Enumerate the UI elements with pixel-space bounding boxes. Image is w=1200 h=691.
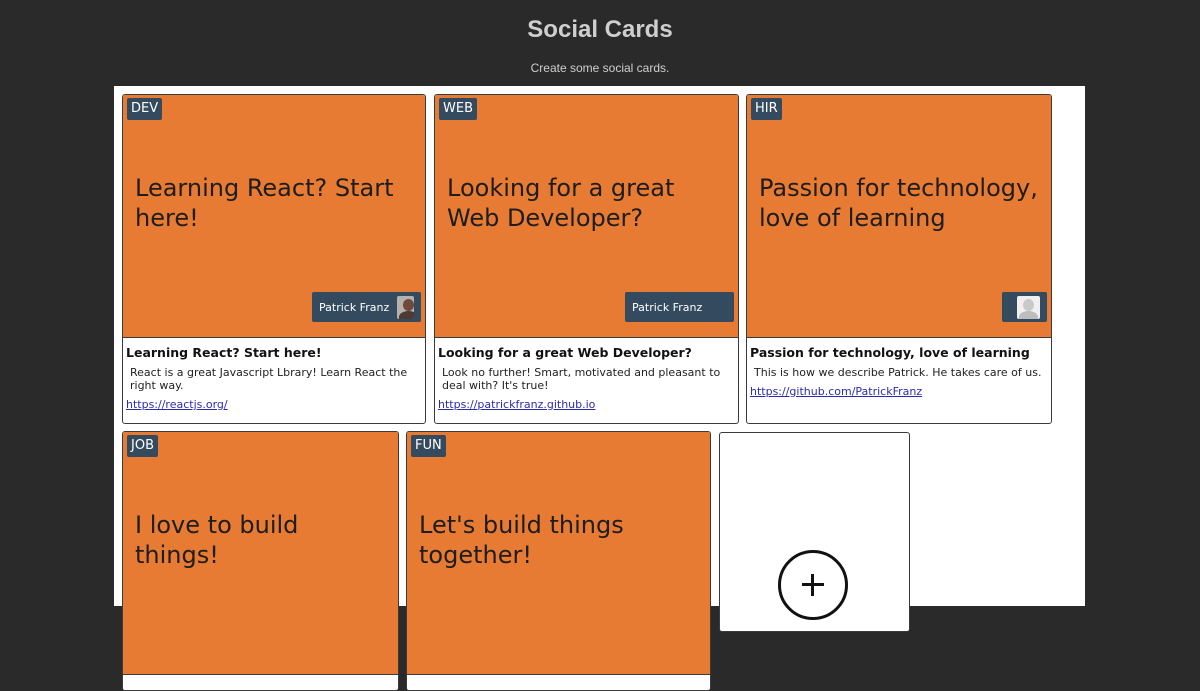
social-card-fun[interactable]: FUN Let's build things together! <box>406 431 711 691</box>
card-hero: WEB Looking for a great Web Developer? P… <box>435 95 738 338</box>
card-hero: FUN Let's build things together! <box>407 432 710 675</box>
card-hero-title: Passion for technology, love of learning <box>759 174 1038 232</box>
card-body: Looking for a great Web Developer? Look … <box>438 345 732 412</box>
card-tag[interactable]: JOB <box>127 435 158 457</box>
author-badge[interactable]: Patrick Franz <box>625 292 734 322</box>
card-link[interactable]: https://reactjs.org/ <box>126 398 228 412</box>
author-avatar-placeholder <box>1017 295 1040 319</box>
page-title: Social Cards <box>527 16 673 43</box>
card-tag[interactable]: FUN <box>411 435 446 457</box>
card-board: DEV Learning React? Start here! Patrick … <box>114 86 1085 691</box>
author-name: Patrick Franz <box>632 300 703 314</box>
card-tag[interactable]: DEV <box>127 98 163 120</box>
card-body-title: Passion for technology, love of learning <box>750 345 1030 360</box>
card-hero-title: Let's build things together! <box>419 511 624 569</box>
card-hero-title: Learning React? Start here! <box>135 174 394 232</box>
social-card-dev[interactable]: DEV Learning React? Start here! Patrick … <box>122 94 426 424</box>
add-card-button[interactable] <box>719 432 910 632</box>
author-badge[interactable] <box>1002 292 1047 322</box>
card-hero-title: I love to build things! <box>135 511 299 569</box>
page-subtitle: Create some social cards. <box>530 61 670 75</box>
author-name: Patrick Franz <box>319 300 390 314</box>
card-hero: DEV Learning React? Start here! Patrick … <box>123 95 425 338</box>
card-tag[interactable]: HIR <box>751 98 782 120</box>
card-body: Passion for technology, love of learning… <box>750 345 1045 399</box>
card-link[interactable]: https://patrickfranz.github.io <box>438 398 595 412</box>
social-card-hir[interactable]: HIR Passion for technology, love of lear… <box>746 94 1052 424</box>
card-hero-title: Looking for a great Web Developer? <box>447 174 675 232</box>
card-hero: JOB I love to build things! <box>123 432 398 675</box>
card-body-title: Learning React? Start here! <box>126 345 322 360</box>
author-avatar-photo <box>397 295 414 319</box>
social-card-web[interactable]: WEB Looking for a great Web Developer? P… <box>434 94 739 424</box>
plus-circle-icon <box>778 550 848 620</box>
card-hero: HIR Passion for technology, love of lear… <box>747 95 1051 338</box>
card-body-title: Looking for a great Web Developer? <box>438 345 692 360</box>
social-card-job[interactable]: JOB I love to build things! <box>122 431 399 691</box>
card-body-text: This is how we describe Patrick. He take… <box>754 366 1042 379</box>
card-body-text: React is a great Javascript Lbrary! Lear… <box>130 366 408 392</box>
author-badge[interactable]: Patrick Franz <box>312 292 421 322</box>
card-link[interactable]: https://github.com/PatrickFranz <box>750 385 922 399</box>
card-tag[interactable]: WEB <box>439 98 477 120</box>
card-body-text: Look no further! Smart, motivated and pl… <box>442 366 721 392</box>
card-body: Learning React? Start here! React is a g… <box>126 345 419 412</box>
